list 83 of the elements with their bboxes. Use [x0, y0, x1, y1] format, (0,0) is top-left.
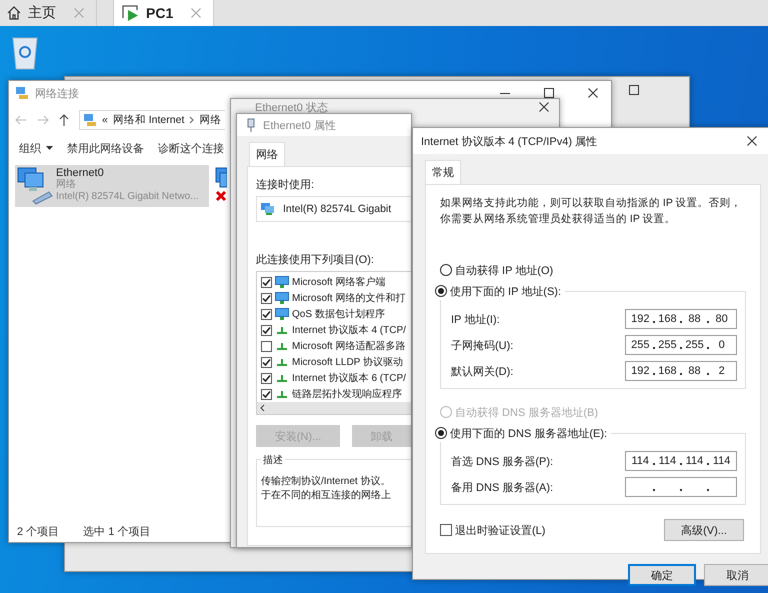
network-folder-icon — [83, 113, 97, 127]
checkbox[interactable] — [261, 308, 272, 320]
toolbar-button[interactable]: 组织 — [19, 140, 53, 156]
radio-button[interactable] — [435, 427, 447, 439]
maximize-icon[interactable] — [544, 88, 554, 98]
network-adapter-icon — [261, 203, 275, 215]
field-label: 首选 DNS 服务器(P): — [451, 454, 554, 468]
field-label: 子网掩码(U): — [451, 338, 514, 352]
dialog-button[interactable]: 确定 — [628, 564, 696, 586]
monitor-play-icon — [122, 4, 140, 22]
component-item[interactable]: Internet 协议版本 4 (TCP/ — [261, 322, 411, 338]
checkbox[interactable] — [261, 324, 272, 336]
component-item[interactable]: Microsoft LLDP 协议驱动 — [261, 354, 411, 370]
window-title: Ethernet0 状态 — [255, 100, 328, 114]
description-text: 传输控制协议/Internet 协议。 — [261, 474, 392, 488]
checkbox[interactable] — [261, 372, 272, 384]
chevron-left-icon[interactable] — [260, 404, 265, 412]
checkbox[interactable] — [261, 340, 272, 352]
home-icon — [6, 5, 22, 21]
close-icon[interactable] — [747, 136, 757, 146]
monitor-icon — [275, 308, 289, 320]
status-text: 选中 1 个项目 — [83, 524, 150, 538]
adapter-field: Intel(R) 82574L Gigabit — [256, 196, 411, 222]
ip-address-field[interactable]: 192 168 88 80 — [625, 309, 737, 329]
address-bar[interactable]: « 网络和 Internet 网络 — [79, 110, 225, 130]
network-protocol-icon — [275, 372, 289, 384]
ip-address-field[interactable] — [625, 477, 737, 497]
checkbox[interactable] — [261, 388, 272, 400]
network-protocol-icon — [275, 324, 289, 336]
section-label: 连接时使用: — [256, 178, 316, 192]
status-text: 2 个项目 — [17, 524, 60, 538]
radio-button[interactable] — [440, 264, 452, 276]
section-label: 此连接使用下列项目(O): — [256, 252, 375, 267]
network-folder-icon — [15, 86, 29, 100]
dialog-button[interactable]: 取消 — [704, 564, 768, 586]
breadcrumb-item[interactable]: 网络 — [199, 113, 222, 127]
up-arrow-icon[interactable] — [59, 114, 69, 126]
checkbox[interactable] — [261, 292, 272, 304]
network-protocol-icon — [275, 340, 289, 352]
component-item[interactable]: 链路层拓扑发现响应程序 — [261, 386, 411, 402]
window-title: Internet 协议版本 4 (TCP/IPv4) 属性 — [421, 134, 598, 148]
ip-address-field[interactable]: 192 168 88 2 — [625, 361, 737, 381]
breadcrumb-prefix: « — [102, 114, 108, 126]
field-label: IP 地址(I): — [451, 312, 500, 326]
component-item[interactable]: Internet 协议版本 6 (TCP/ — [261, 370, 411, 386]
checkbox[interactable] — [261, 276, 272, 288]
network-protocol-icon — [275, 388, 289, 400]
radio-option[interactable]: 使用下面的 IP 地址(S): — [435, 282, 562, 300]
adapter-item[interactable]: Ethernet0 网络 Intel(R) 82574L Gigabit Netwo... — [15, 165, 209, 207]
horizontal-scrollbar[interactable] — [257, 402, 411, 414]
radio-option[interactable]: 自动获得 IP 地址(O) — [440, 261, 746, 279]
chevron-right-icon — [189, 116, 194, 124]
radio-button[interactable] — [435, 285, 447, 297]
advanced-button[interactable]: 高级(V)... — [664, 519, 744, 541]
group-title: 描述 — [261, 453, 285, 467]
description-text: 于在不同的相互连接的网络上 — [261, 488, 392, 502]
checkbox[interactable] — [261, 356, 272, 368]
network-cable-icon — [247, 118, 255, 132]
close-icon[interactable] — [539, 102, 549, 112]
radio-option[interactable]: 使用下面的 DNS 服务器地址(E): — [435, 424, 608, 442]
component-item[interactable]: Microsoft 网络适配器多路 — [261, 338, 411, 354]
ip-address-field[interactable]: 255 255 255 0 — [625, 335, 737, 355]
dialog-tab[interactable]: 常规 — [425, 160, 461, 184]
close-icon[interactable] — [588, 88, 598, 98]
monitor-icon — [275, 292, 289, 304]
app-tab[interactable]: PC1 — [113, 0, 214, 26]
maximize-icon[interactable] — [629, 85, 639, 95]
breadcrumb-item[interactable]: 网络和 Internet — [112, 113, 184, 127]
monitor-icon — [275, 276, 289, 288]
component-item[interactable]: QoS 数据包计划程序 — [261, 306, 411, 322]
intro-text: 如果网络支持此功能，则可以获取自动指派的 IP 设置。否则，你需要从网络系统管理员处获得适当的 IP 设置。 — [440, 196, 743, 227]
component-item[interactable]: Microsoft 网络客户端 — [261, 274, 411, 290]
window-title: 网络连接 — [35, 86, 79, 100]
network-protocol-icon — [275, 356, 289, 368]
ip-address-field[interactable]: 114 114 114 114 — [625, 451, 737, 471]
checkbox-option[interactable]: 退出时验证设置(L) — [440, 522, 546, 538]
component-item[interactable]: Microsoft 网络的文件和打 — [261, 290, 411, 306]
field-label: 默认网关(D): — [451, 364, 514, 378]
field-label: 备用 DNS 服务器(A): — [451, 480, 554, 494]
dialog-tab[interactable]: 网络 — [249, 142, 285, 166]
toolbar-button[interactable]: 禁用此网络设备 — [67, 140, 144, 156]
toolbar-button[interactable]: 诊断这个连接 — [158, 140, 224, 156]
window-title: Ethernet0 属性 — [263, 118, 336, 132]
